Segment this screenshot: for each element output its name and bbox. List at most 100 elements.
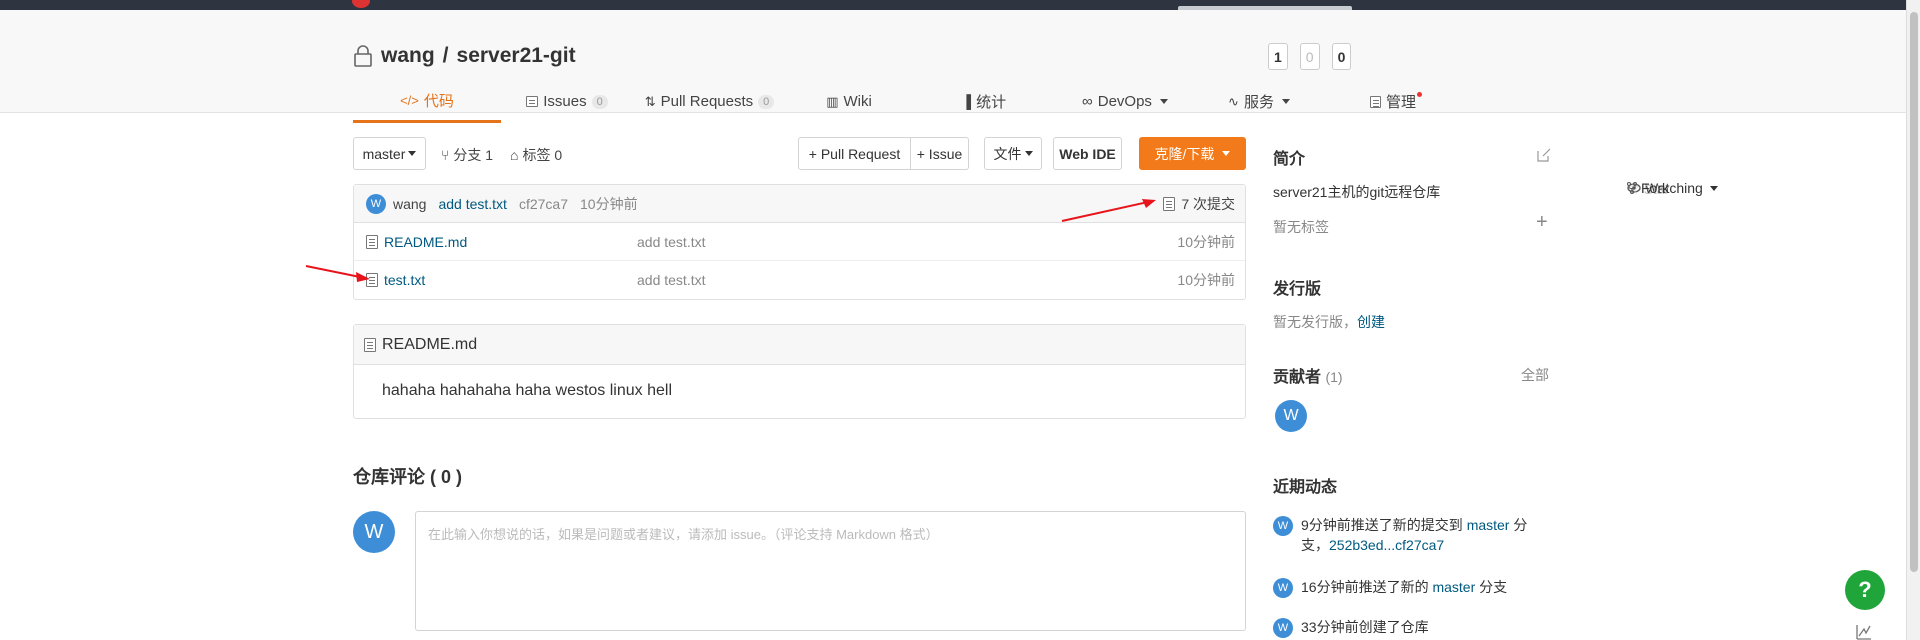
clone-label: 克隆/下载 [1154, 145, 1215, 162]
add-tag-icon[interactable]: + [1536, 211, 1548, 234]
intro-text: server21主机的git远程仓库 [1273, 184, 1441, 200]
activity-item: W 16分钟前推送了新的 master 分支 [1273, 577, 1553, 598]
file-name-link[interactable]: test.txt [384, 272, 425, 288]
tab-stats[interactable]: ▐ 统计 [912, 80, 1056, 123]
tab-code[interactable]: </> 代码 [353, 80, 501, 123]
chevron-down-icon [1024, 151, 1033, 156]
branches-label: 分支 1 [453, 147, 494, 163]
tab-label: 统计 [976, 94, 1007, 111]
activity-item: W 33分钟前创建了仓库 [1273, 617, 1553, 638]
tab-label: Pull Requests [660, 93, 754, 110]
no-release-text: 暂无发行版， [1273, 314, 1357, 330]
web-ide-button[interactable]: Web IDE [1053, 137, 1122, 170]
clone-download-button[interactable]: 克隆/下载 [1139, 137, 1246, 170]
create-release-link[interactable]: 创建 [1357, 314, 1385, 330]
repo-owner-link[interactable]: wang [381, 44, 435, 68]
commit-author[interactable]: wang [393, 196, 426, 212]
fork-button[interactable]: Fork 0 [1331, 43, 1669, 196]
readme-content: hahaha hahahaha haha westos linux hell [382, 382, 673, 399]
commit-time: 10分钟前 [580, 195, 638, 212]
infinity-icon: ∞ [1082, 93, 1093, 110]
file-time: 10分钟前 [1177, 272, 1235, 288]
tab-issues[interactable]: Issues 0 [501, 80, 633, 123]
commit-count-link[interactable]: 7 次提交 [1163, 194, 1235, 214]
repo-actions: Watching 1 ☆ Star 0 Fork 0 [1268, 43, 1718, 197]
lock-icon [354, 45, 372, 67]
tab-wiki[interactable]: ▥ Wiki [786, 80, 912, 123]
release-info: 暂无发行版，创建 [1273, 312, 1385, 332]
branch-label: master [362, 145, 406, 162]
star-count[interactable]: 0 [1301, 44, 1319, 69]
chevron-down-icon [408, 151, 417, 156]
tags-link[interactable]: ⌂ 标签 0 [510, 145, 562, 165]
avatar[interactable]: W [353, 511, 395, 553]
fork-count[interactable]: 0 [1333, 44, 1351, 69]
file-time: 10分钟前 [1177, 233, 1235, 250]
contributor-avatar[interactable]: W [1275, 400, 1307, 432]
tab-label: Issues [543, 93, 587, 110]
repo-name-link[interactable]: server21-git [457, 44, 576, 68]
new-issue-button[interactable]: + Issue [910, 137, 969, 170]
file-icon [366, 234, 378, 249]
stats-icon: ▐ [961, 94, 972, 109]
code-icon: </> [400, 92, 419, 108]
repo-separator: / [442, 44, 449, 67]
compare-link[interactable]: 252b3ed...cf27ca7 [1329, 537, 1444, 553]
issue-icon [526, 96, 539, 107]
tab-label: 管理 [1385, 94, 1416, 111]
file-commit-message[interactable]: add test.txt [637, 272, 705, 288]
branch-link[interactable]: master [1467, 517, 1510, 533]
comment-textarea[interactable]: 在此输入你想说的话，如果是问题或者建议，请添加 issue。（评论支持 Mark… [415, 511, 1246, 631]
annotation-arrow [305, 265, 370, 282]
activity-title: 近期动态 [1273, 479, 1338, 496]
tab-devops[interactable]: ∞ DevOps [1056, 80, 1194, 123]
fork-icon [1627, 182, 1637, 194]
manage-icon [1369, 95, 1381, 108]
intro-title: 简介 [1273, 151, 1306, 168]
new-pull-request-button[interactable]: + Pull Request [798, 137, 911, 170]
tab-pull-requests[interactable]: ⇅ Pull Requests 0 [633, 80, 786, 123]
tab-manage[interactable]: 管理 [1324, 80, 1462, 123]
file-row: test.txt add test.txt 10分钟前 [354, 261, 1245, 299]
branch-link[interactable]: master [1432, 579, 1475, 595]
release-title: 发行版 [1273, 281, 1322, 298]
branches-link[interactable]: ⑂ 分支 1 [441, 145, 493, 165]
repo-title: wang / server21-git [353, 44, 576, 68]
activity-item: W 9分钟前推送了新的提交到 master 分支，252b3ed...cf27c… [1273, 515, 1553, 555]
logo-icon[interactable] [352, 0, 370, 8]
contributors-label: 贡献者 [1273, 369, 1322, 386]
no-tags-text: 暂无标签 [1273, 219, 1329, 235]
avatar[interactable]: W [1273, 618, 1293, 638]
chevron-down-icon [1281, 99, 1290, 104]
file-commit-message[interactable]: add test.txt [637, 234, 705, 250]
tab-services[interactable]: ∿ 服务 [1194, 80, 1324, 123]
watch-count[interactable]: 1 [1269, 44, 1287, 69]
commit-hash[interactable]: cf27ca7 [519, 196, 568, 212]
file-row: README.md add test.txt 10分钟前 [354, 223, 1245, 261]
comments-title: 仓库评论 ( 0 ) [353, 467, 463, 487]
avatar[interactable]: W [366, 193, 386, 214]
tab-label: Wiki [843, 93, 872, 110]
readme-header: README.md [354, 325, 1245, 365]
contributors-count: (1) [1325, 369, 1343, 385]
file-name-link[interactable]: README.md [384, 234, 467, 250]
chart-icon[interactable] [1855, 623, 1873, 640]
scrollbar[interactable] [1906, 0, 1920, 640]
commit-message[interactable]: add test.txt [438, 196, 506, 212]
all-contributors-link[interactable]: 全部 [1521, 365, 1549, 385]
files-dropdown[interactable]: 文件 [984, 137, 1042, 170]
issues-count-badge: 0 [591, 94, 608, 109]
branch-select[interactable]: master [353, 137, 426, 170]
help-button[interactable]: ? [1845, 570, 1885, 610]
tab-label: DevOps [1097, 93, 1152, 110]
watch-button[interactable]: Watching 1 [1268, 43, 1718, 196]
chevron-down-icon [1159, 99, 1168, 104]
edit-icon[interactable] [1536, 147, 1552, 163]
pr-count-badge: 0 [758, 94, 775, 109]
avatar[interactable]: W [1273, 516, 1293, 536]
branch-icon: ⑂ [441, 147, 450, 163]
star-button[interactable]: ☆ Star 0 [1299, 43, 1669, 197]
scrollbar-thumb[interactable] [1910, 12, 1918, 572]
avatar[interactable]: W [1273, 578, 1293, 598]
tag-icon: ⌂ [510, 147, 519, 163]
